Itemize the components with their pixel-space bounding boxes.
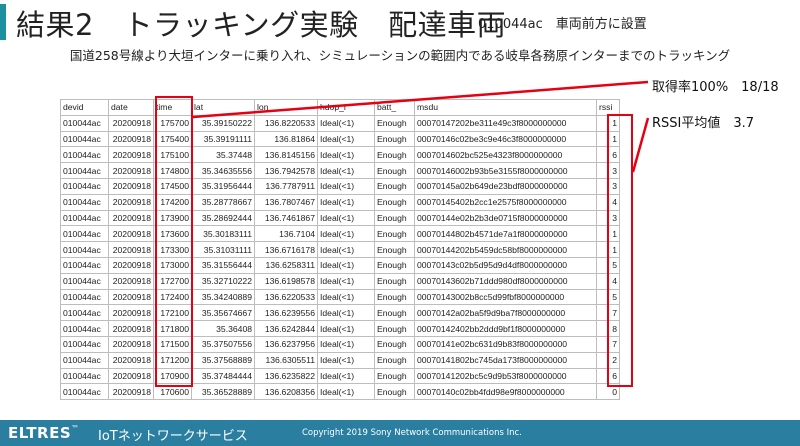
brand-trademark: ™ [71,424,80,433]
acquisition-rate-label: 取得率100% 18/18 [652,80,779,95]
annotation-lines [192,80,650,173]
footer-bar: ELTRES™ IoTネットワークサービス Copyright 2019 Son… [0,420,800,446]
service-name: IoTネットワークサービス [98,429,248,444]
brand-name: ELTRES [8,424,72,442]
rssi-average-label: RSSI平均値 3.7 [652,116,755,131]
pointer-line-rssi [631,117,650,173]
copyright-text: Copyright 2019 Sony Network Communicatio… [302,428,522,438]
pointer-line-acquisition [192,80,649,119]
brand-logo: ELTRES™ [8,424,80,442]
